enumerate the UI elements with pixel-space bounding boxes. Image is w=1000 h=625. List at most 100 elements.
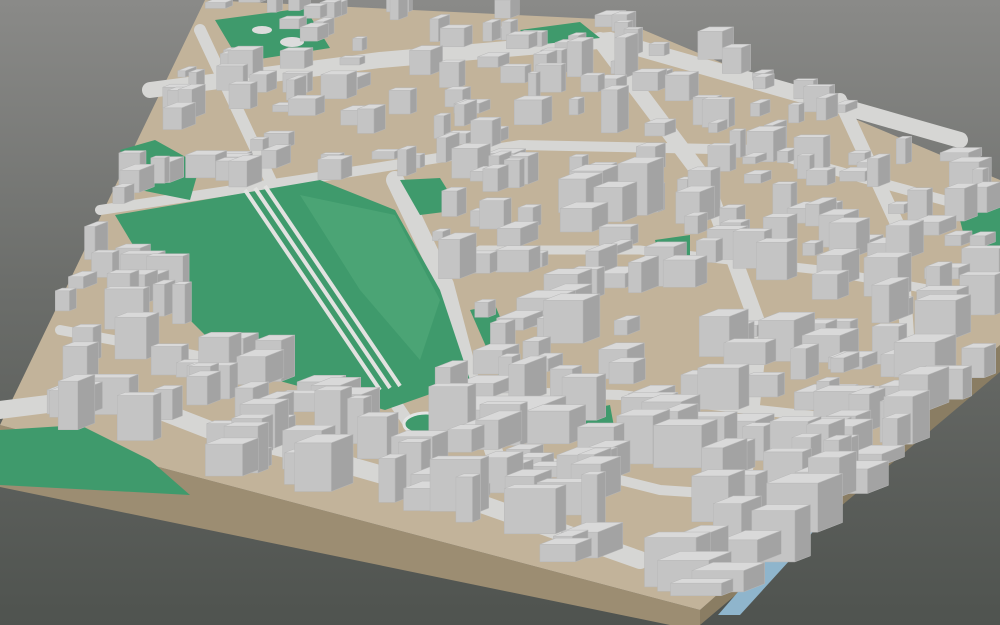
building-side [560,62,567,93]
building-side [646,156,664,216]
building-front [397,149,407,177]
building-front [162,107,182,130]
building-roof [599,223,639,228]
building-side [541,95,553,126]
building-block [882,413,911,448]
building-roof [479,401,528,405]
building-block [479,197,512,230]
building-front [228,160,248,188]
building-side [346,70,357,100]
building-front [806,170,828,186]
building-front [747,374,778,398]
building-front [357,416,388,460]
building-front [614,37,626,79]
building-block [697,363,750,410]
building-front [482,22,493,42]
building-block [662,255,708,288]
building-side [715,237,723,263]
building-roof [263,130,295,134]
building-side [304,47,314,69]
building-front [742,156,756,165]
building-side [206,370,221,406]
building-block [722,43,751,74]
building-block [438,232,477,280]
building-front [204,2,226,9]
building-front [317,159,342,180]
building-block [238,0,267,3]
building-block [440,24,473,48]
building-side [164,155,170,184]
building-block [397,145,417,177]
building-side [419,152,426,169]
building-front [790,348,806,380]
building-roof [282,70,313,74]
building-front [352,38,363,51]
building-side [994,272,1000,316]
building-front [750,103,760,117]
building-roof [104,286,150,290]
building-block [600,85,629,134]
building-side [257,421,269,474]
building-block [317,154,353,181]
building-front [388,90,411,115]
building-front [112,187,125,204]
building-front [185,154,216,179]
building-block [228,80,258,110]
building-front [288,0,300,11]
building-front [455,476,473,523]
building-front [429,18,439,42]
building-block [320,70,357,100]
building-front [608,362,634,385]
building-block [250,136,270,151]
north-garden-pond [252,26,272,34]
building-block [504,484,567,535]
building-block [752,73,775,90]
building-front [433,115,444,139]
building-side [307,70,313,93]
building-side [622,181,638,223]
building-front [614,320,628,336]
building-front [228,83,251,110]
building-side [765,338,777,366]
building-block [788,102,805,124]
building-side [497,164,509,192]
building-block [526,404,586,445]
building-side [505,318,516,349]
building-front [559,208,593,233]
building-roof [803,84,835,87]
building-roof [692,94,722,98]
building-front [114,316,147,360]
building-block [802,239,824,256]
building-side [408,0,413,13]
building-side [489,250,498,274]
building-roof [500,63,532,67]
building-side [172,385,183,421]
building-side [259,0,267,3]
building-side [373,104,386,134]
building-front [566,41,582,78]
building-front [866,158,879,187]
building-front [580,75,599,93]
building-side [740,128,746,158]
building-front [752,76,766,90]
building-side [330,434,354,492]
building-side [596,471,606,528]
building-block [439,59,466,88]
building-side [817,473,843,533]
building-front [632,72,658,92]
building-roof [732,228,772,232]
building-block [303,3,328,19]
building-front [743,174,761,184]
building-side [77,374,96,431]
building-front [805,203,820,227]
building-side [663,41,670,57]
building-front [496,228,521,247]
building-front [664,74,690,102]
building-block [580,72,605,93]
building-roof [320,152,345,155]
building-front [648,43,665,56]
building-side [729,142,737,172]
building-block [474,299,496,318]
building-front [839,171,866,182]
building-front [250,139,263,151]
